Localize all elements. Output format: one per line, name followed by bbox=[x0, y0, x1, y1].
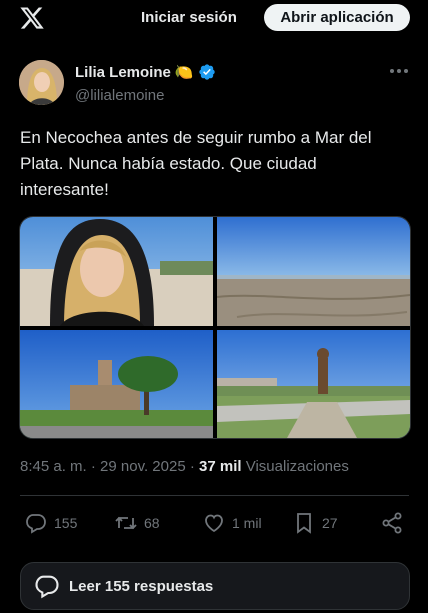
meta-separator-2: · bbox=[189, 458, 195, 475]
login-link[interactable]: Iniciar sesión bbox=[141, 9, 237, 26]
bookmark-count: 27 bbox=[322, 515, 338, 531]
photo-beach[interactable] bbox=[217, 217, 410, 326]
repost-icon bbox=[115, 516, 137, 530]
divider bbox=[20, 495, 409, 496]
post-meta: 8:45 a. m. · 29 nov. 2025 · 37 mil Visua… bbox=[20, 458, 349, 475]
avatar[interactable] bbox=[19, 60, 64, 105]
meta-separator: · bbox=[90, 458, 96, 475]
verified-badge-icon bbox=[198, 64, 215, 80]
avatar-image bbox=[19, 60, 64, 105]
read-replies-button[interactable]: Leer 155 respuestas bbox=[20, 562, 410, 610]
share-button[interactable] bbox=[380, 508, 404, 538]
bookmark-button[interactable]: 27 bbox=[292, 508, 338, 538]
views-label: Visualizaciones bbox=[245, 458, 349, 475]
share-icon bbox=[382, 512, 402, 534]
more-dots-icon[interactable] bbox=[388, 64, 410, 78]
repost-button[interactable]: 68 bbox=[114, 508, 160, 538]
photo-church[interactable] bbox=[20, 330, 213, 438]
post-text: En Necochea antes de seguir rumbo a Mar … bbox=[20, 128, 372, 199]
action-bar: 155 68 1 mil 27 bbox=[0, 508, 428, 538]
reply-button[interactable]: 155 bbox=[24, 508, 77, 538]
heart-icon bbox=[205, 514, 223, 533]
read-replies-label: Leer 155 respuestas bbox=[69, 577, 214, 595]
bookmark-icon bbox=[297, 513, 311, 534]
like-button[interactable]: 1 mil bbox=[202, 508, 262, 538]
author-handle[interactable]: @lilialemoine bbox=[75, 87, 164, 104]
post-time[interactable]: 8:45 a. m. bbox=[20, 458, 87, 475]
post-date[interactable]: 29 nov. 2025 bbox=[100, 458, 186, 475]
reply-icon bbox=[26, 514, 46, 534]
photo-selfie[interactable] bbox=[20, 217, 213, 326]
top-bar: Iniciar sesión Abrir aplicación bbox=[0, 0, 428, 36]
author-name-row[interactable]: Lilia Lemoine 🍋 bbox=[75, 63, 216, 81]
photo-monument[interactable] bbox=[217, 330, 410, 438]
x-logo-icon[interactable] bbox=[19, 5, 45, 31]
repost-count: 68 bbox=[144, 515, 160, 531]
reply-bubble-icon bbox=[35, 575, 59, 599]
open-app-button[interactable]: Abrir aplicación bbox=[264, 4, 410, 31]
lemon-emoji: 🍋 bbox=[174, 64, 194, 81]
like-count: 1 mil bbox=[232, 515, 262, 531]
views-count: 37 mil bbox=[199, 458, 242, 475]
photo-grid bbox=[19, 216, 411, 439]
reply-count: 155 bbox=[54, 515, 78, 531]
author-name[interactable]: Lilia Lemoine bbox=[75, 64, 171, 81]
